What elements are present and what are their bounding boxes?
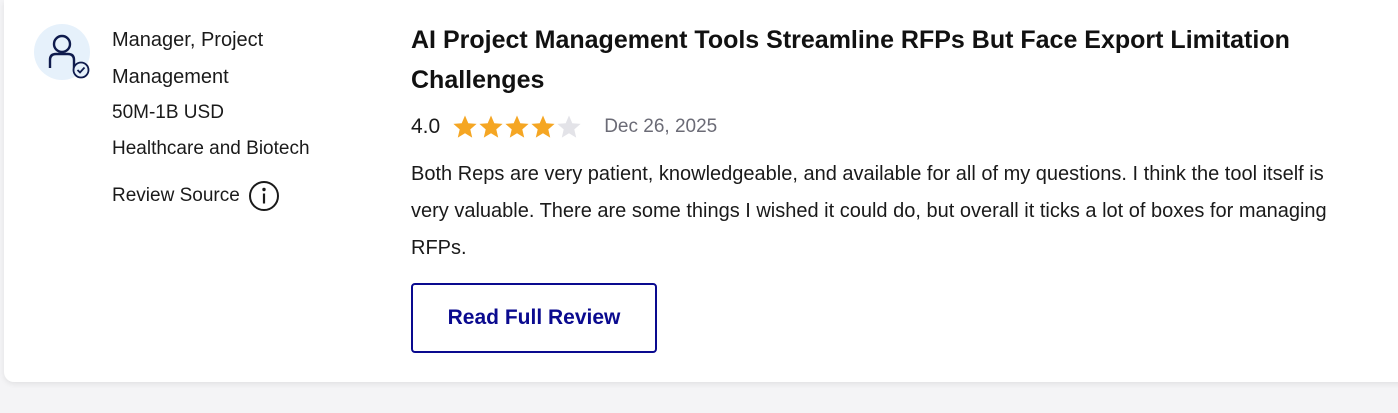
industry: Healthcare and Biotech (112, 138, 310, 159)
review-source-label: Review Source (112, 185, 240, 206)
rating-value: 4.0 (411, 115, 441, 138)
verified-user-icon (34, 24, 92, 82)
company-size: 50M-1B USD (112, 102, 224, 123)
star-filled-icon (479, 115, 503, 138)
reviewer-role: Manager, Project Management (112, 29, 264, 88)
review-content: AI Project Management Tools Streamline R… (411, 20, 1371, 353)
read-full-review-button[interactable]: Read Full Review (411, 283, 657, 353)
star-filled-icon (531, 115, 555, 138)
star-empty-icon (557, 115, 581, 138)
info-icon[interactable] (248, 180, 280, 212)
star-filled-icon (505, 115, 529, 138)
reviewer-info: Manager, Project Management 50M-1B USD H… (112, 22, 352, 160)
review-source: Review Source (112, 180, 280, 212)
review-date: Dec 26, 2025 (604, 116, 718, 137)
star-filled-icon (453, 115, 477, 138)
review-card: Manager, Project Management 50M-1B USD H… (4, 0, 1398, 382)
star-rating (452, 114, 582, 140)
review-title: AI Project Management Tools Streamline R… (411, 26, 1290, 94)
review-body: Both Reps are very patient, knowledgeabl… (411, 163, 1327, 259)
rating-row: 4.0 Dec 26, 2025 (411, 112, 1371, 142)
